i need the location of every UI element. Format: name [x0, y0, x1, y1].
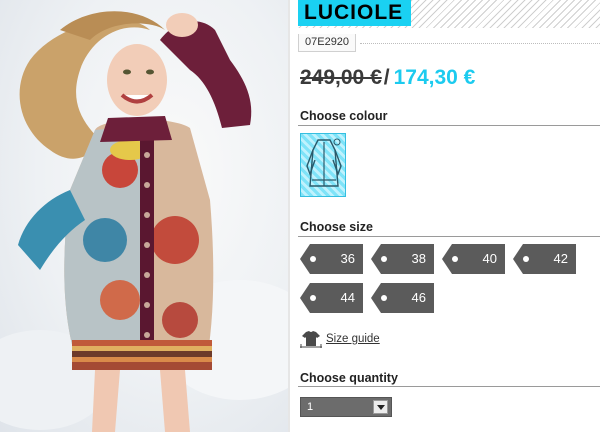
tag-hole-icon [452, 256, 458, 262]
size-value: 42 [553, 251, 568, 266]
size-option-40[interactable]: 40 [442, 244, 505, 274]
product-sku: 07E2920 [298, 34, 357, 52]
size-heading: Choose size [300, 220, 373, 234]
product-title: LUCIOLE [298, 0, 412, 26]
size-option-38[interactable]: 38 [371, 244, 434, 274]
size-value: 44 [340, 290, 355, 305]
size-guide-label[interactable]: Size guide [326, 333, 380, 345]
size-option-36[interactable]: 36 [300, 244, 363, 274]
size-divider [298, 236, 600, 237]
price-old: 249,00 € [300, 66, 382, 89]
product-photo[interactable] [0, 0, 288, 432]
dropdown-button[interactable] [373, 400, 388, 414]
size-option-42[interactable]: 42 [513, 244, 576, 274]
chevron-down-icon [377, 405, 385, 410]
price-new: 174,30 € [393, 66, 476, 89]
quantity-select[interactable]: 1 [300, 397, 392, 417]
tag-hole-icon [310, 295, 316, 301]
price-separator: / [383, 66, 390, 89]
tag-hole-icon [381, 295, 387, 301]
size-value: 38 [411, 251, 426, 266]
tag-hole-icon [381, 256, 387, 262]
colour-heading: Choose colour [300, 109, 388, 123]
price: 249,00 €/174,30 € [300, 66, 475, 90]
size-option-46[interactable]: 46 [371, 283, 434, 313]
size-value: 36 [340, 251, 355, 266]
shirt-measure-icon [300, 331, 322, 348]
photo-divider [288, 0, 290, 432]
size-option-44[interactable]: 44 [300, 283, 363, 313]
size-value: 46 [411, 290, 426, 305]
tag-hole-icon [310, 256, 316, 262]
coat-thumbnail-icon [306, 138, 342, 187]
model-illustration [0, 11, 288, 432]
quantity-divider [298, 386, 600, 387]
colour-divider [298, 125, 600, 126]
sku-divider [360, 43, 600, 44]
colour-swatch[interactable] [300, 133, 346, 197]
tag-hole-icon [523, 256, 529, 262]
quantity-value: 1 [307, 401, 314, 413]
quantity-heading: Choose quantity [300, 371, 398, 385]
size-value: 40 [482, 251, 497, 266]
